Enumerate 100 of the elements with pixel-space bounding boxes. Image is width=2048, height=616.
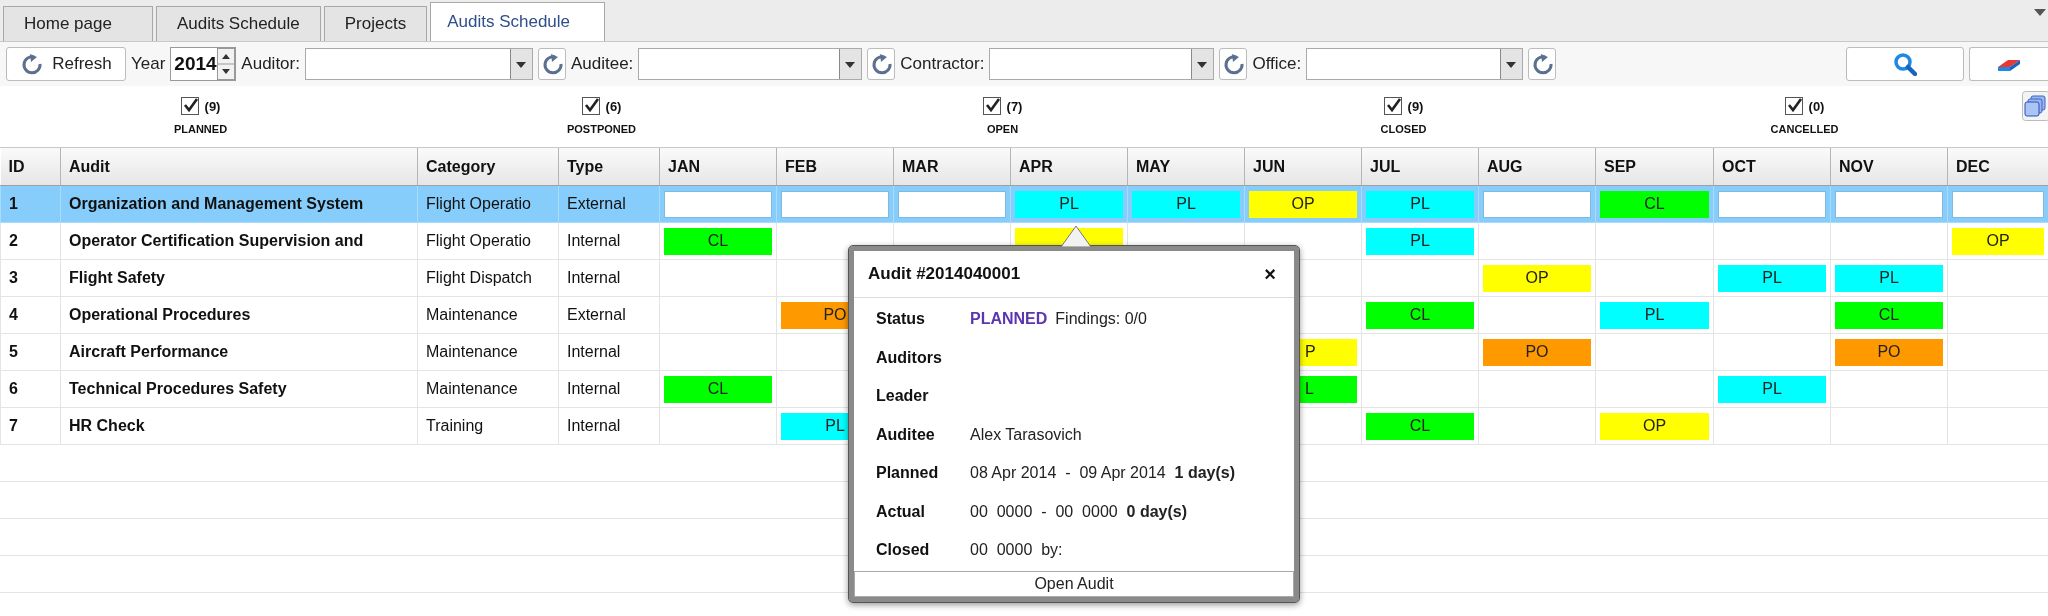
- status-chip[interactable]: PL: [1132, 190, 1240, 218]
- table-cell: External: [558, 296, 660, 334]
- dropdown-field[interactable]: [638, 48, 863, 80]
- table-cell: 4: [0, 296, 61, 334]
- table-row[interactable]: 1 Organization and Management System Flight Operatio External PL PL OP PL CL: [0, 185, 2048, 223]
- field-label: Closed: [876, 541, 931, 560]
- empty-slot[interactable]: [781, 190, 889, 218]
- empty-slot[interactable]: [1835, 190, 1943, 218]
- column-header[interactable]: Audit: [60, 148, 418, 186]
- column-header[interactable]: NOV: [1830, 148, 1948, 186]
- refresh-icon: [1222, 53, 1245, 75]
- checkbox[interactable]: [581, 97, 600, 115]
- open-audit-button[interactable]: Open Audit: [854, 571, 1294, 597]
- column-header[interactable]: AUG: [1478, 148, 1596, 186]
- spinner-arrows-icon: [217, 48, 236, 80]
- clear-button[interactable]: [1969, 47, 2048, 81]
- dropdown-caret-icon: [509, 49, 532, 79]
- checkbox[interactable]: [1784, 97, 1803, 115]
- status-chip[interactable]: CL: [1600, 190, 1709, 218]
- status-chip[interactable]: PL: [1718, 375, 1826, 403]
- tab[interactable]: Audits Schedule: [155, 6, 321, 41]
- status-chip[interactable]: PL: [1015, 190, 1123, 218]
- status-chip[interactable]: OP: [1952, 227, 2044, 255]
- tab[interactable]: Home page: [3, 6, 153, 41]
- dropdown-field[interactable]: [304, 48, 533, 80]
- refresh-button[interactable]: [1528, 48, 1557, 80]
- empty-slot[interactable]: [1952, 190, 2044, 218]
- table-cell: Operator Certification Supervision and: [60, 222, 418, 260]
- refresh-button[interactable]: [1219, 48, 1248, 80]
- column-header[interactable]: OCT: [1713, 148, 1831, 186]
- column-header[interactable]: Type: [558, 148, 660, 186]
- field-label: Auditors: [876, 348, 943, 367]
- table-cell: Internal: [558, 222, 660, 260]
- table-cell: External: [558, 185, 660, 223]
- table-cell: Internal: [558, 333, 660, 371]
- status-chip[interactable]: CL: [1835, 301, 1943, 329]
- status-chip[interactable]: PO: [1483, 338, 1591, 366]
- column-header[interactable]: MAR: [893, 148, 1011, 186]
- status-chip[interactable]: CL: [664, 227, 772, 255]
- status-chip[interactable]: CL: [664, 375, 772, 403]
- year-spinner[interactable]: 2014: [170, 47, 237, 81]
- status-chip[interactable]: CL: [1366, 412, 1474, 440]
- empty-slot[interactable]: [1718, 190, 1826, 218]
- status-chip[interactable]: PO: [1835, 338, 1943, 366]
- checkbox[interactable]: [1383, 97, 1402, 115]
- dropdown-field[interactable]: [1306, 48, 1524, 80]
- column-header[interactable]: Category: [417, 148, 559, 186]
- column-header[interactable]: DEC: [1947, 148, 2048, 186]
- column-header[interactable]: JUN: [1244, 148, 1362, 186]
- status-label: OPEN: [986, 123, 1019, 135]
- status-chip[interactable]: PL: [1835, 264, 1943, 292]
- status-chip[interactable]: PL: [1366, 190, 1474, 218]
- dropdown-caret-icon: [839, 49, 862, 79]
- close-button[interactable]: ×: [1264, 262, 1276, 286]
- table-cell: Aircraft Performance: [60, 333, 418, 371]
- filter-label: Auditor:: [241, 54, 300, 74]
- empty-slot[interactable]: [1483, 190, 1591, 218]
- year-label: Year: [131, 54, 166, 74]
- status-chip[interactable]: PL: [1718, 264, 1826, 292]
- empty-slot[interactable]: [898, 190, 1006, 218]
- status-chip[interactable]: CL: [1366, 301, 1474, 329]
- search-button[interactable]: [1846, 47, 1964, 81]
- table-cell: 7: [0, 407, 61, 445]
- column-header[interactable]: SEP: [1595, 148, 1714, 186]
- table-cell: Training: [417, 407, 559, 445]
- status-count: (9): [1407, 98, 1424, 114]
- tab[interactable]: Projects: [323, 6, 428, 41]
- status-chip[interactable]: PL: [1366, 227, 1474, 255]
- table-cell: Flight Operatio: [417, 185, 559, 223]
- checkbox[interactable]: [982, 97, 1001, 115]
- column-header[interactable]: ID: [0, 148, 61, 186]
- dropdown-field[interactable]: [989, 48, 1215, 80]
- status-count: (6): [605, 98, 622, 114]
- status-chip[interactable]: PL: [1600, 301, 1709, 329]
- status-chip[interactable]: OP: [1600, 412, 1709, 440]
- refresh-button[interactable]: Refresh: [6, 47, 126, 81]
- checkbox[interactable]: [180, 97, 199, 115]
- field-label: Leader: [876, 387, 930, 406]
- refresh-button[interactable]: [867, 48, 896, 80]
- column-header[interactable]: MAY: [1127, 148, 1245, 186]
- status-chip[interactable]: OP: [1483, 264, 1591, 292]
- column-header[interactable]: APR: [1010, 148, 1128, 186]
- windows-icon: [2022, 91, 2048, 121]
- column-header[interactable]: JUL: [1361, 148, 1479, 186]
- refresh-icon: [870, 53, 893, 75]
- tab[interactable]: Audits Schedule: [430, 2, 606, 41]
- field-label: Actual: [876, 502, 926, 521]
- table-cell: 6: [0, 370, 61, 408]
- column-header[interactable]: FEB: [776, 148, 894, 186]
- status-chip[interactable]: OP: [1249, 190, 1357, 218]
- empty-slot[interactable]: [664, 190, 772, 218]
- table-cell: Flight Operatio: [417, 222, 559, 260]
- table-cell: Internal: [558, 259, 660, 297]
- table-cell: 2: [0, 222, 61, 260]
- status-count: (0): [1808, 98, 1825, 114]
- status-value: PLANNED: [970, 310, 1048, 329]
- column-header[interactable]: JAN: [659, 148, 777, 186]
- refresh-button[interactable]: [537, 48, 566, 80]
- field-value: 00 0000 by:: [970, 541, 1063, 560]
- table-cell: 5: [0, 333, 61, 371]
